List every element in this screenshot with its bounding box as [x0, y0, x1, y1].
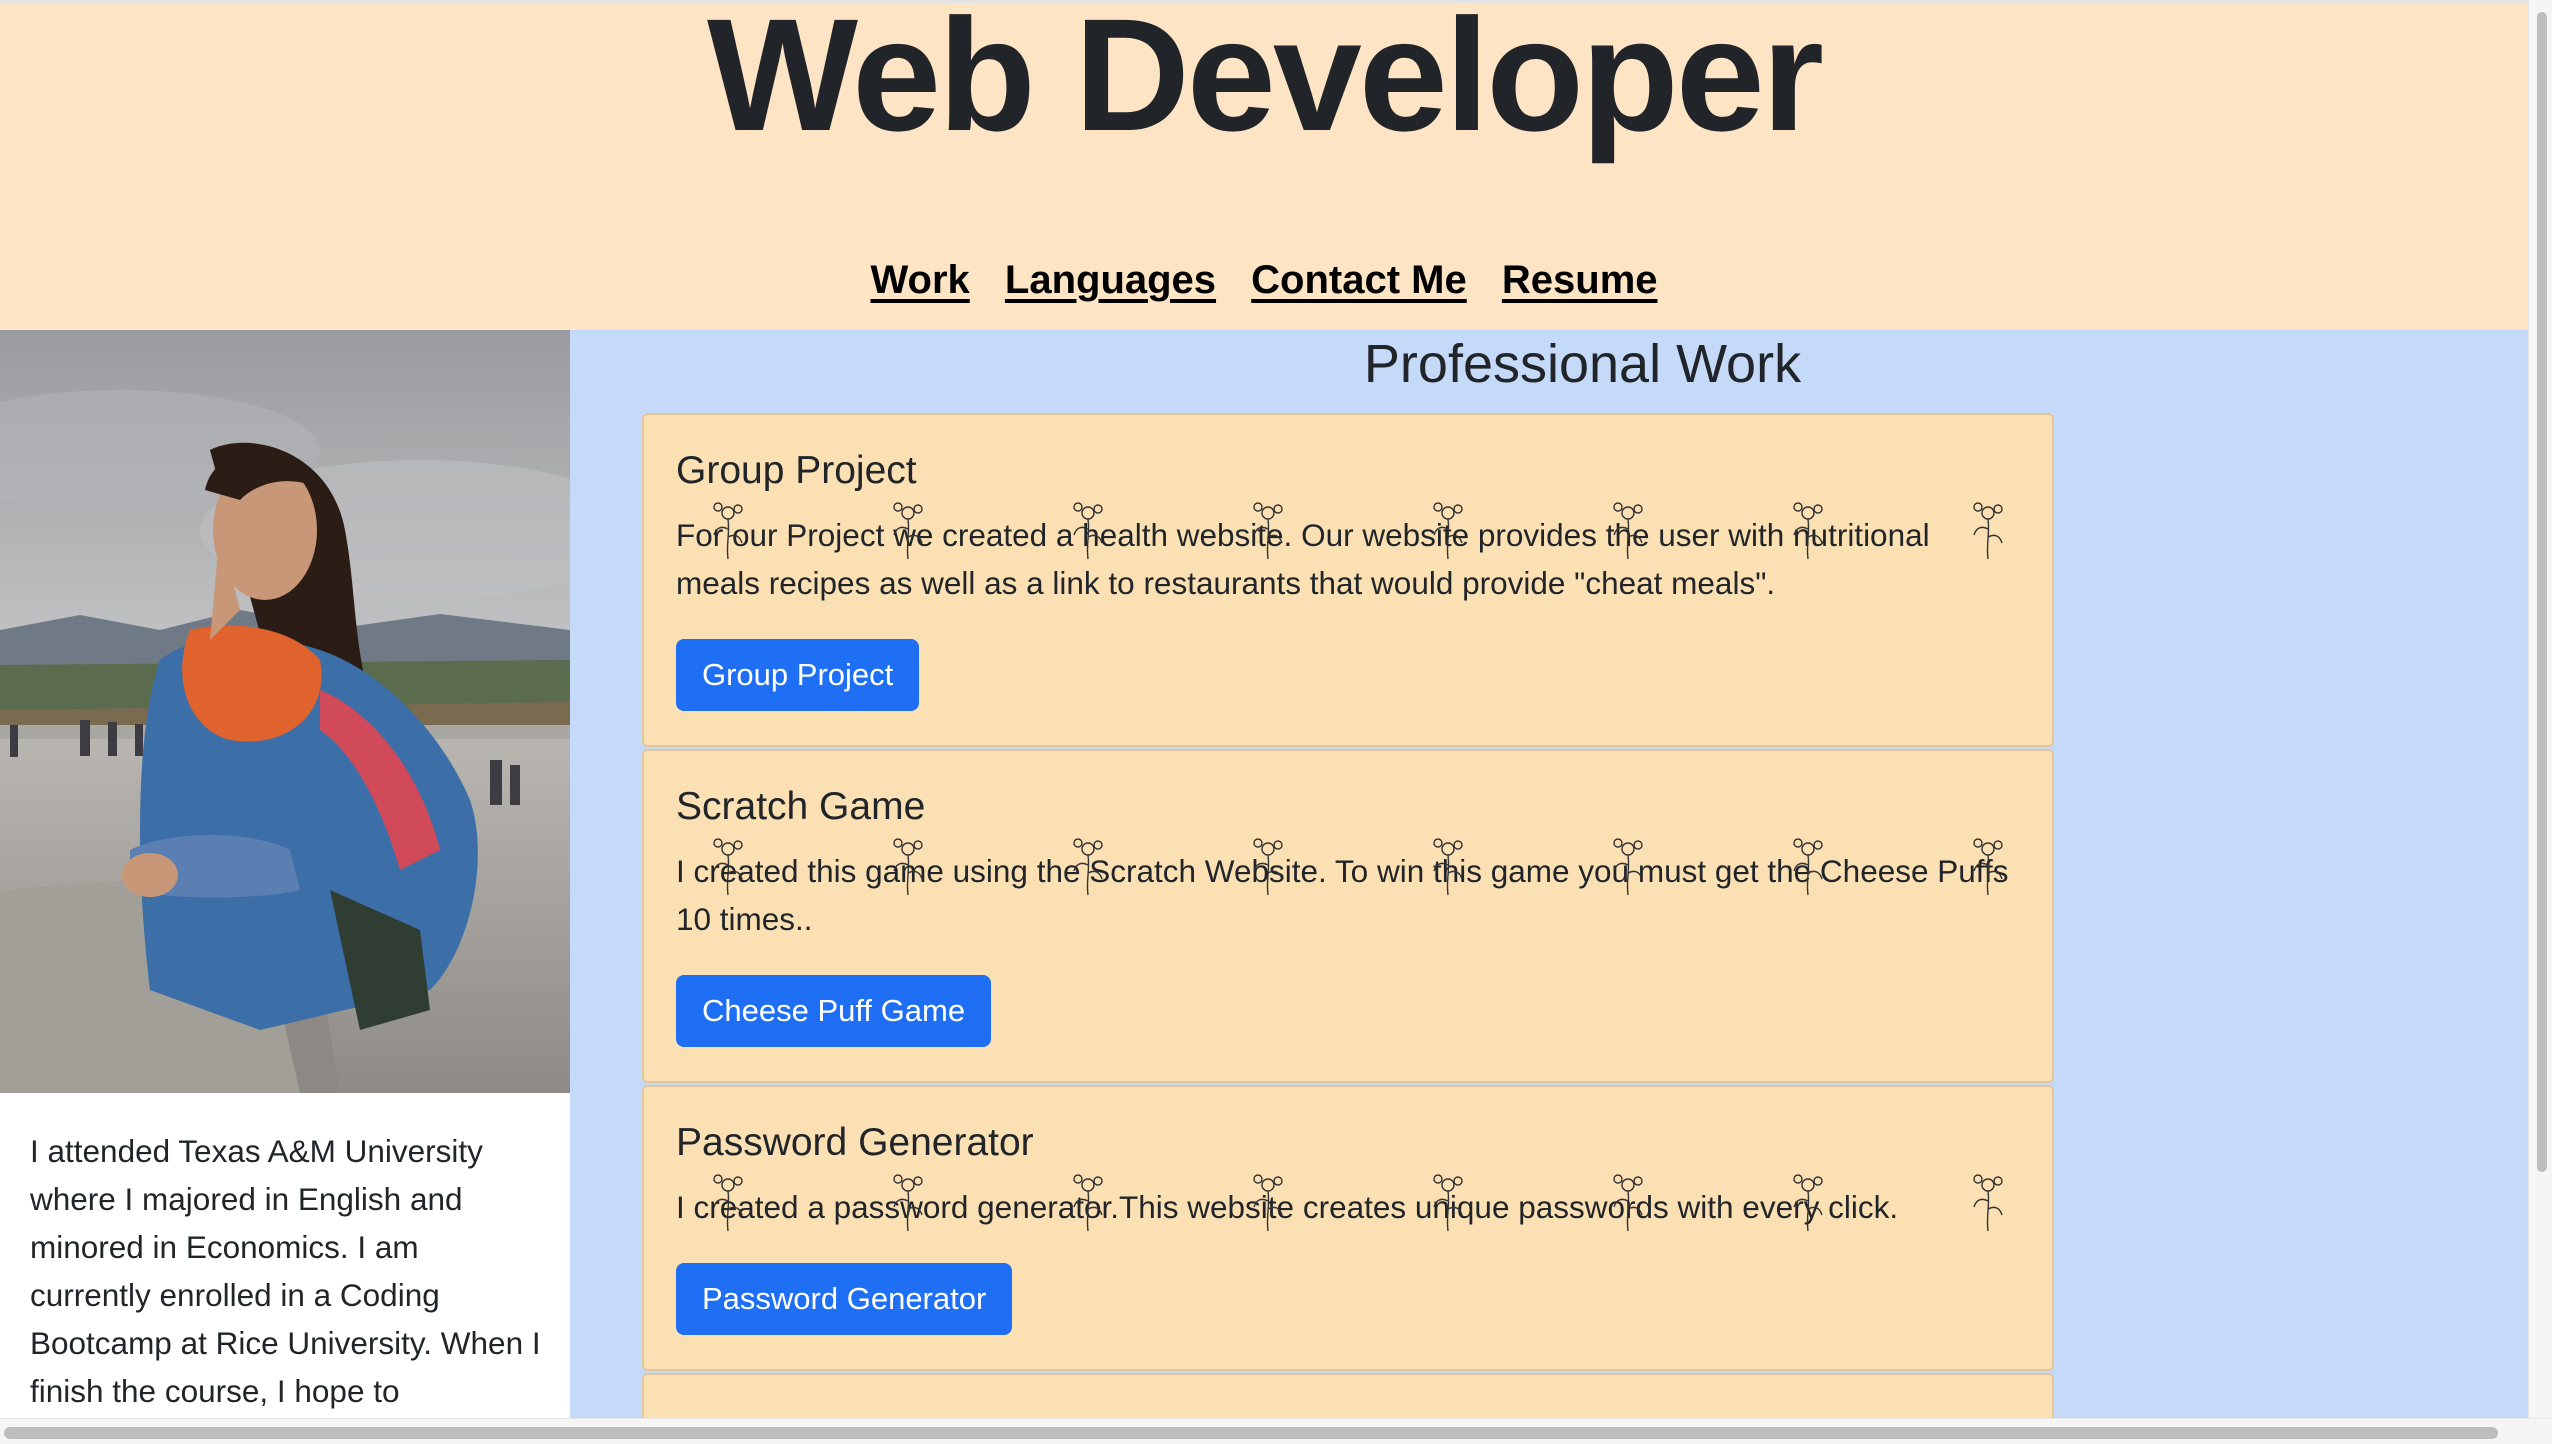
horizontal-scrollbar-thumb[interactable]: [4, 1427, 2498, 1439]
project-card: Password Generator I created a password …: [642, 1085, 2054, 1371]
nav-link-resume[interactable]: Resume: [1502, 258, 1658, 302]
vertical-scrollbar[interactable]: [2528, 0, 2552, 1418]
group-project-button[interactable]: Group Project: [676, 639, 920, 711]
card-text: I created a password generator.This webs…: [676, 1174, 2020, 1232]
nav-link-languages[interactable]: Languages: [1005, 258, 1216, 302]
bio-text: I attended Texas A&M University where I …: [30, 1133, 541, 1409]
project-card: Group Project For our Project we created…: [642, 413, 2054, 747]
nav-link-contact-me[interactable]: Contact Me: [1251, 258, 1467, 302]
cheese-puff-game-button[interactable]: Cheese Puff Game: [676, 975, 992, 1047]
card-title: Scratch Game: [676, 785, 926, 828]
card-description: For our Project we created a health webs…: [676, 517, 1930, 601]
vertical-scrollbar-thumb[interactable]: [2537, 12, 2547, 1172]
card-title: Password Generator: [676, 1121, 1034, 1164]
site-header: Web Developer Work Languages Contact Me …: [0, 0, 2528, 330]
card-description: I created this game using the Scratch We…: [676, 853, 2009, 937]
nav-link-work[interactable]: Work: [870, 258, 969, 302]
sidebar: I attended Texas A&M University where I …: [0, 330, 570, 1418]
profile-photo: [0, 330, 570, 1093]
project-card: [642, 1373, 2054, 1418]
project-card: Scratch Game I created this game using t…: [642, 749, 2054, 1083]
card-title: Group Project: [676, 449, 917, 492]
horizontal-scrollbar[interactable]: [0, 1418, 2552, 1444]
flower-doodle-icon: [1973, 502, 2003, 560]
main-content: Professional Work Group Project For our …: [570, 330, 2528, 1418]
flower-doodle-icon: [1973, 1174, 2003, 1232]
main-nav: Work Languages Contact Me Resume: [0, 258, 2528, 303]
site-title: Web Developer: [707, 0, 1824, 164]
password-generator-button[interactable]: Password Generator: [676, 1263, 1013, 1335]
card-description: I created a password generator.This webs…: [676, 1189, 1899, 1225]
section-title: Professional Work: [1363, 334, 1802, 394]
card-text: For our Project we created a health webs…: [676, 502, 2020, 607]
card-text: I created this game using the Scratch We…: [676, 838, 2020, 943]
